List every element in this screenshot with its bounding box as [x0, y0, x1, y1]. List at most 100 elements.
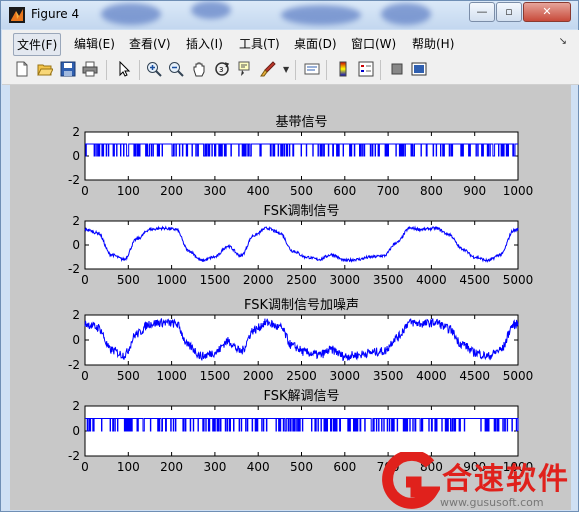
- x-tick-label: 200: [160, 184, 183, 198]
- subplot-title: FSK调制信号: [263, 204, 339, 219]
- close-button[interactable]: ✕: [523, 2, 571, 22]
- pan-icon[interactable]: [191, 61, 207, 77]
- y-tick-label: 0: [72, 238, 80, 252]
- menu-file[interactable]: 文件(F): [13, 33, 62, 56]
- x-tick-label: 700: [377, 184, 400, 198]
- x-tick-label: 400: [247, 460, 270, 474]
- x-tick-label: 500: [117, 273, 140, 287]
- x-tick-label: 800: [420, 184, 443, 198]
- x-tick-label: 1000: [503, 184, 534, 198]
- menu-bar: 文件(F) 编辑(E) 查看(V) 插入(I) 工具(T) 桌面(D) 窗口(W…: [2, 30, 579, 56]
- menu-insert[interactable]: 插入(I): [186, 35, 223, 52]
- maximize-button[interactable]: ▫: [496, 2, 522, 22]
- menu-window[interactable]: 窗口(W): [351, 35, 396, 52]
- x-tick-label: 200: [160, 460, 183, 474]
- rotate-3d-icon[interactable]: 3: [214, 61, 230, 77]
- zoom-out-icon[interactable]: [168, 61, 184, 77]
- x-tick-label: 4000: [416, 369, 447, 383]
- x-tick-label: 0: [81, 273, 89, 287]
- x-tick-label: 0: [81, 184, 89, 198]
- y-tick-label: -2: [68, 262, 80, 276]
- menu-help[interactable]: 帮助(H): [412, 35, 454, 52]
- menu-view[interactable]: 查看(V): [129, 35, 171, 52]
- matlab-logo-icon: [9, 7, 25, 23]
- zoom-in-icon[interactable]: [146, 61, 162, 77]
- new-figure-icon[interactable]: [14, 61, 30, 77]
- subplot-title: 基带信号: [275, 115, 327, 130]
- y-tick-label: -2: [68, 358, 80, 372]
- open-file-icon[interactable]: [37, 61, 53, 77]
- y-tick-label: 2: [72, 125, 80, 139]
- subplot-1: 基带信号0 100 200 300 400 500 600 700 800 900 1000-202: [68, 115, 533, 198]
- x-tick-label: 5000: [503, 369, 534, 383]
- legend-icon[interactable]: [358, 61, 374, 77]
- colorbar-icon[interactable]: [335, 61, 351, 77]
- x-tick-label: 1000: [156, 273, 187, 287]
- x-tick-label: 600: [333, 184, 356, 198]
- show-plot-tools-icon[interactable]: [411, 61, 427, 77]
- y-tick-label: 2: [72, 214, 80, 228]
- x-tick-label: 0: [81, 460, 89, 474]
- toolbar-separator: [326, 60, 327, 80]
- y-tick-label: 0: [72, 424, 80, 438]
- x-tick-label: 3000: [330, 369, 361, 383]
- x-tick-label: 2500: [286, 369, 317, 383]
- data-cursor-icon[interactable]: [237, 61, 253, 77]
- figure-canvas: 基带信号 0 100 200 300 400 500 600 700 800 900 1000 -2 0 2…: [10, 85, 571, 510]
- y-tick-label: -2: [68, 449, 80, 463]
- y-tick-label: 2: [72, 399, 80, 413]
- watermark-logo-icon: [382, 452, 440, 509]
- subplot-title: FSK调制信号加噪声: [244, 298, 359, 313]
- subplot-title: FSK解调信号: [263, 389, 339, 404]
- subplot-2: FSK调制信号 0 500 1000 1500 2000 2500 3000 3500 4000 4…: [68, 204, 533, 287]
- title-bar[interactable]: Figure 4 — ▫ ✕: [1, 1, 578, 29]
- link-icon[interactable]: [304, 61, 320, 77]
- x-tick-label: 4500: [459, 273, 490, 287]
- figure-window: Figure 4 — ▫ ✕ 文件(F) 编辑(E) 查看(V) 插入(I) 工…: [0, 0, 579, 512]
- axes-box: [84, 314, 519, 366]
- x-tick-label: 3000: [330, 273, 361, 287]
- x-tick-label: 2500: [286, 273, 317, 287]
- watermark-brand: 合速软件: [442, 462, 570, 497]
- x-tick-label: 300: [203, 460, 226, 474]
- x-tick-label: 5000: [503, 273, 534, 287]
- subplot-3: FSK调制信号加噪声 0 500 1000 1500 2000 2500 3000 3500 40…: [68, 298, 533, 383]
- menu-desktop[interactable]: 桌面(D): [294, 35, 337, 52]
- menu-edit[interactable]: 编辑(E): [74, 35, 115, 52]
- toolbar-separator: [106, 60, 107, 80]
- window-title: Figure 4: [31, 7, 80, 21]
- x-tick-label: 4000: [416, 273, 447, 287]
- brush-dropdown-icon[interactable]: ▼: [283, 65, 289, 74]
- x-tick-label: 600: [333, 460, 356, 474]
- x-tick-label: 500: [290, 460, 313, 474]
- print-icon[interactable]: [82, 61, 98, 77]
- y-tick-label: -2: [68, 173, 80, 187]
- y-tick-label: 2: [72, 308, 80, 322]
- toolbar: 3 ▼: [2, 56, 579, 85]
- toolbar-separator: [139, 60, 140, 80]
- x-tick-label: 0: [81, 369, 89, 383]
- menu-overflow-icon[interactable]: ↘: [559, 36, 567, 47]
- svg-text:3: 3: [219, 66, 223, 74]
- x-tick-label: 500: [290, 184, 313, 198]
- menu-tools[interactable]: 工具(T): [239, 35, 280, 52]
- x-tick-label: 100: [117, 184, 140, 198]
- x-tick-label: 1500: [200, 369, 231, 383]
- x-tick-label: 300: [203, 184, 226, 198]
- x-tick-label: 100: [117, 460, 140, 474]
- x-tick-label: 3500: [373, 369, 404, 383]
- y-tick-label: 0: [72, 333, 80, 347]
- x-tick-label: 4500: [459, 369, 490, 383]
- x-tick-label: 400: [247, 184, 270, 198]
- minimize-button[interactable]: —: [469, 2, 495, 22]
- watermark-url: www.gususoft.com: [440, 496, 544, 509]
- hide-plot-tools-icon[interactable]: [389, 61, 405, 77]
- toolbar-separator: [380, 60, 381, 80]
- x-tick-label: 1000: [156, 369, 187, 383]
- brush-icon[interactable]: [260, 61, 276, 77]
- pointer-icon[interactable]: [116, 61, 132, 77]
- x-tick-label: 900: [463, 184, 486, 198]
- y-tick-label: 0: [72, 149, 80, 163]
- save-icon[interactable]: [60, 61, 76, 77]
- x-tick-label: 500: [117, 369, 140, 383]
